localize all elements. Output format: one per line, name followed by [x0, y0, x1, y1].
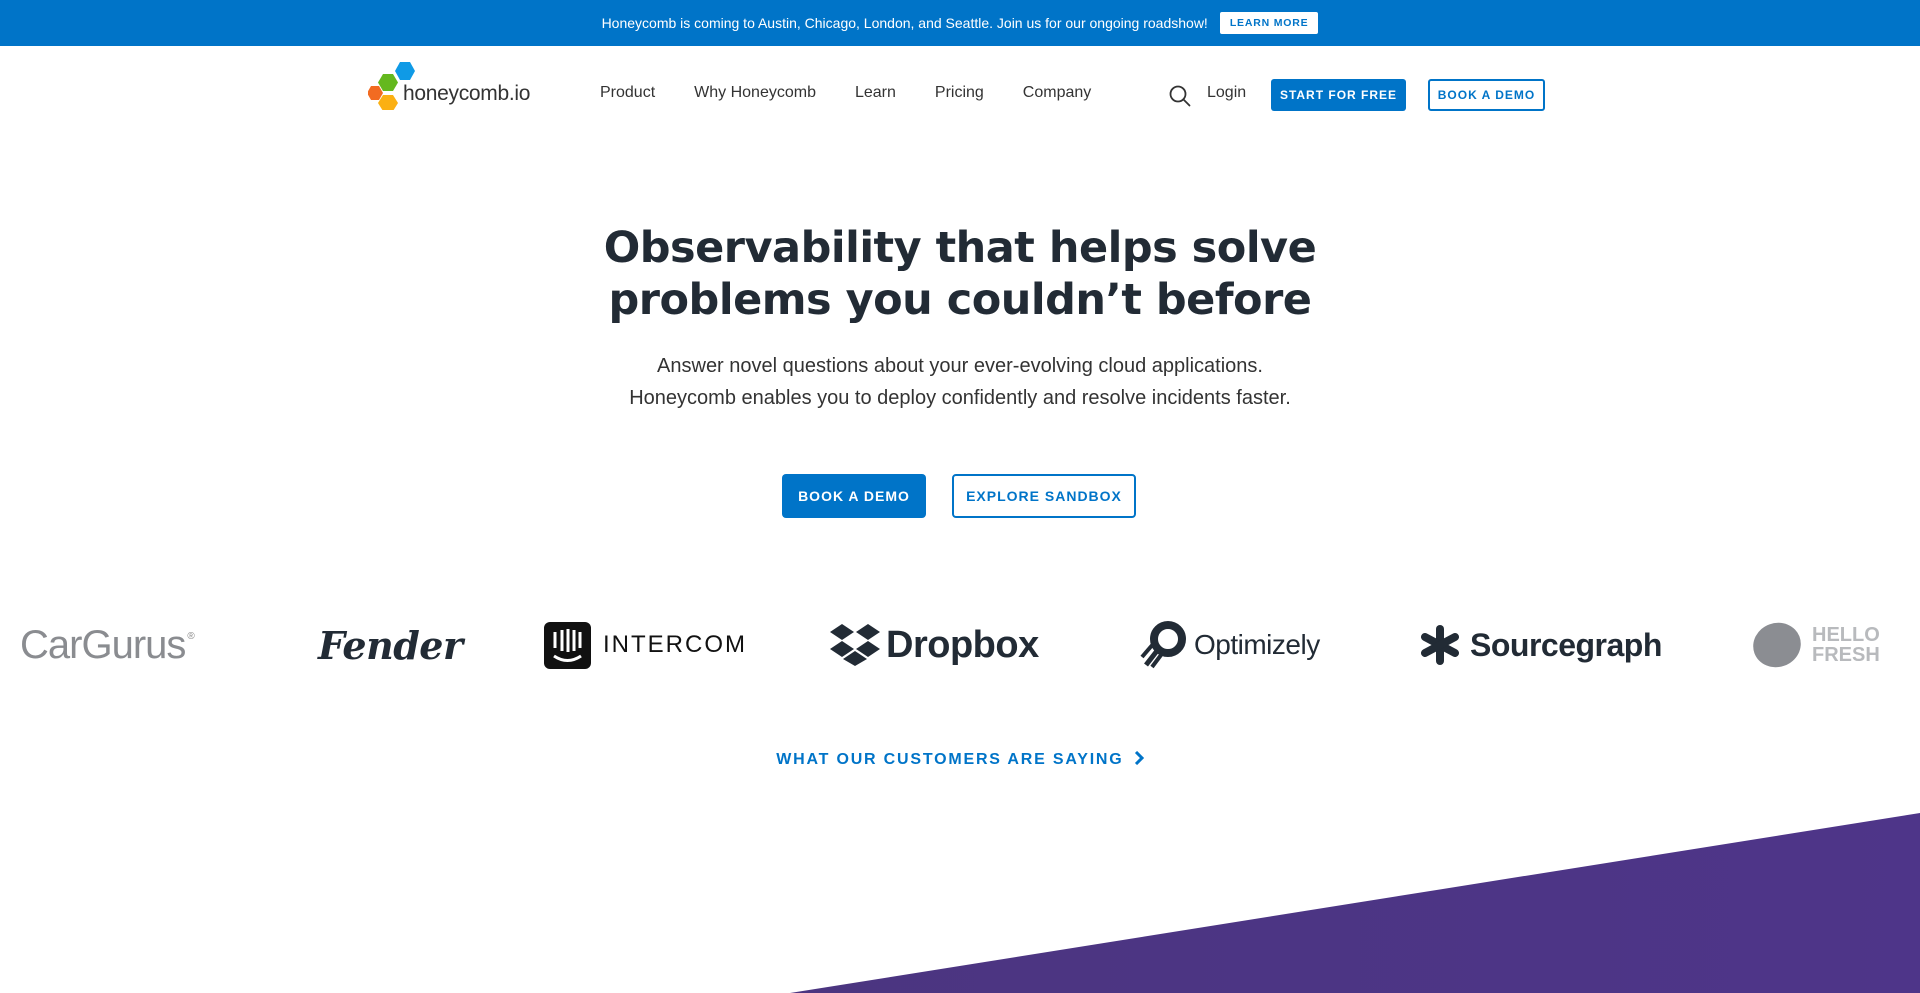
dropbox-icon [830, 624, 880, 666]
nav-item-company[interactable]: Company [1023, 84, 1091, 102]
hero-subtitle-line-2: Honeycomb enables you to deploy confiden… [629, 387, 1291, 409]
logo-hellofresh: HELLO FRESH [1750, 615, 1880, 675]
sourcegraph-icon [1421, 625, 1459, 665]
banner-text: Honeycomb is coming to Austin, Chicago, … [601, 15, 1208, 31]
hero-title-line-1: Observability that helps solve [603, 223, 1317, 273]
optimizely-icon [1140, 621, 1186, 669]
hero-title: Observability that helps solve problems … [0, 222, 1920, 326]
hellofresh-word: FRESH [1812, 644, 1880, 666]
logo-text: honeycomb.io [403, 82, 531, 105]
logo-cargurus-text: CarGurus [20, 622, 186, 667]
customers-saying-link[interactable]: WHAT OUR CUSTOMERS ARE SAYING [0, 750, 1920, 769]
logo-intercom: INTERCOM [544, 615, 747, 675]
nav-item-pricing[interactable]: Pricing [935, 84, 984, 102]
book-a-demo-button[interactable]: BOOK A DEMO [782, 474, 926, 518]
registered-mark: ® [187, 630, 195, 642]
logo-cargurus: CarGurus ® [20, 615, 195, 675]
customers-saying-label: WHAT OUR CUSTOMERS ARE SAYING [776, 751, 1124, 768]
logo-optimizely: Optimizely [1140, 615, 1320, 675]
search-icon[interactable] [1168, 84, 1192, 108]
logo-sourcegraph-text: Sourcegraph [1470, 626, 1662, 663]
customer-logos: CarGurus ® Fender INTERCOM Dropbox Optim… [0, 615, 1920, 675]
logo-hellofresh-text: HELLO FRESH [1812, 625, 1880, 665]
login-link[interactable]: Login [1207, 84, 1246, 102]
logo-optimizely-text: Optimizely [1194, 629, 1320, 660]
nav-item-product[interactable]: Product [600, 84, 655, 102]
intercom-icon [544, 621, 591, 669]
primary-nav: Product Why Honeycomb Learn Pricing Comp… [600, 84, 1091, 102]
nav-item-why-honeycomb[interactable]: Why Honeycomb [694, 84, 816, 102]
learn-more-button[interactable]: LEARN MORE [1219, 12, 1319, 34]
start-for-free-button[interactable]: START FOR FREE [1271, 79, 1406, 111]
logo-sourcegraph: Sourcegraph [1420, 615, 1662, 675]
hero-title-line-2: problems you couldn’t before [608, 275, 1312, 325]
logo-dropbox: Dropbox [830, 615, 1039, 675]
hero-subtitle: Answer novel questions about your ever-e… [0, 350, 1920, 414]
logo-fender-text: Fender [318, 622, 463, 668]
logo-fender: Fender [318, 615, 463, 675]
logo-intercom-text: INTERCOM [603, 631, 747, 658]
logo-dropbox-text: Dropbox [886, 623, 1039, 666]
hellofresh-word: HELLO [1812, 624, 1880, 646]
nav-item-learn[interactable]: Learn [855, 84, 896, 102]
honeycomb-logo[interactable]: honeycomb.io [368, 58, 538, 110]
book-a-demo-nav-button[interactable]: BOOK A DEMO [1428, 79, 1545, 111]
explore-sandbox-button[interactable]: EXPLORE SANDBOX [952, 474, 1136, 518]
announcement-banner: Honeycomb is coming to Austin, Chicago, … [0, 0, 1920, 46]
hero-subtitle-line-1: Answer novel questions about your ever-e… [657, 355, 1263, 377]
chevron-right-icon [1134, 750, 1144, 766]
main-header: honeycomb.io Product Why Honeycomb Learn… [0, 46, 1920, 142]
hellofresh-lime-icon [1753, 622, 1801, 668]
